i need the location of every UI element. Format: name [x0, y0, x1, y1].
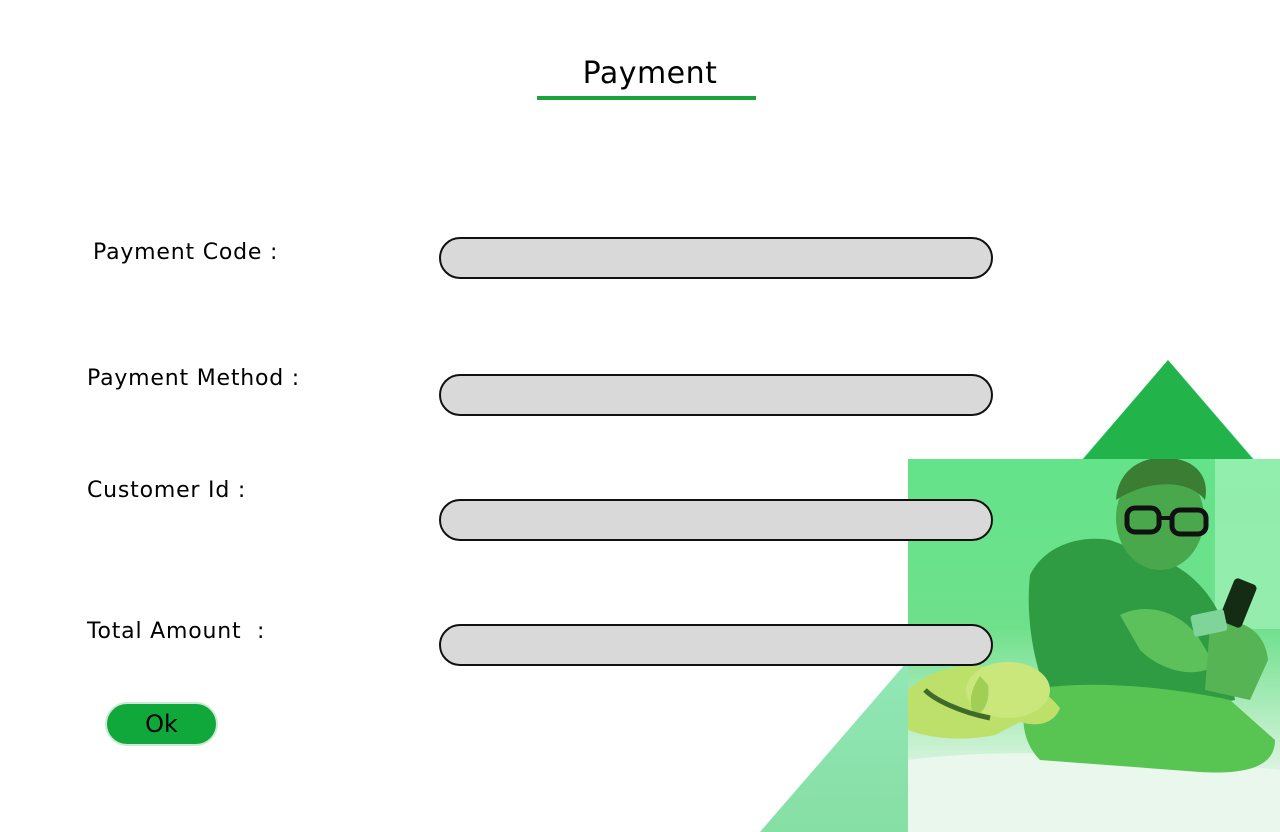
- payment-code-input[interactable]: [439, 237, 993, 279]
- page-title: Payment: [582, 56, 718, 91]
- title-underline: [537, 96, 756, 100]
- customer-id-label: Customer Id :: [87, 478, 247, 503]
- payment-method-label: Payment Method :: [87, 366, 301, 391]
- total-amount-input[interactable]: [439, 624, 993, 666]
- light-triangle-shape: [760, 360, 1280, 832]
- customer-id-input[interactable]: [439, 499, 993, 541]
- dark-triangle-shape: [1083, 360, 1253, 459]
- payment-code-label: Payment Code :: [93, 240, 279, 265]
- total-amount-label: Total Amount :: [87, 619, 266, 644]
- ok-button[interactable]: Ok: [105, 702, 218, 746]
- payment-method-input[interactable]: [439, 374, 993, 416]
